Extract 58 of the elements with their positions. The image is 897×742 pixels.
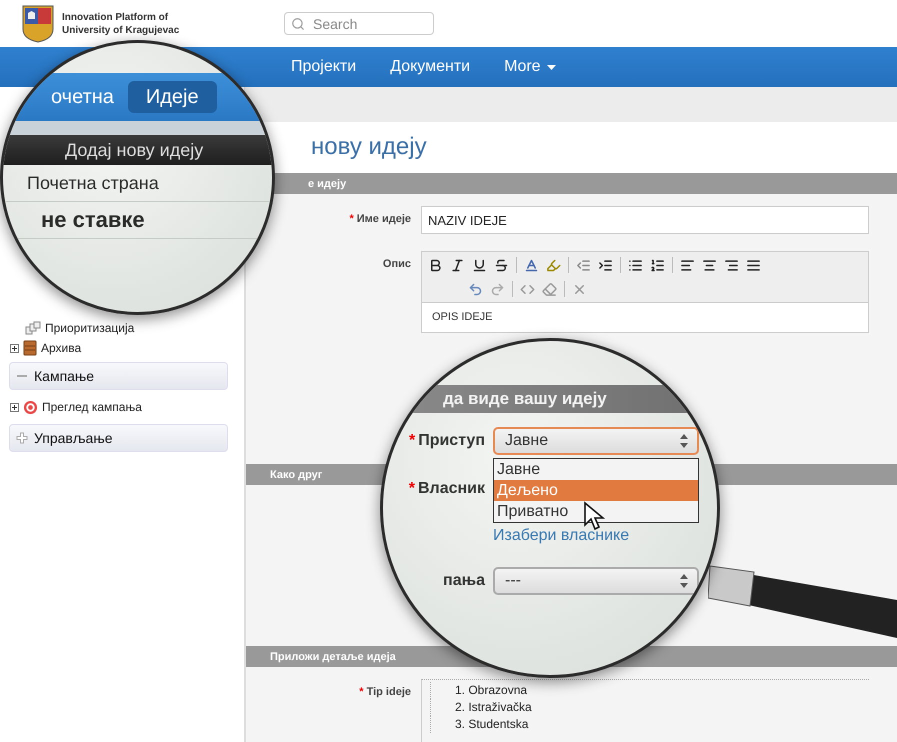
align-center-icon[interactable] xyxy=(702,258,717,272)
italic-icon[interactable] xyxy=(450,258,465,272)
field-label: Опис xyxy=(382,257,411,270)
tree-item[interactable]: Приоритизација xyxy=(45,321,134,335)
choose-owners-link[interactable]: Изабери власнике xyxy=(493,527,699,545)
undo-icon[interactable] xyxy=(468,282,483,296)
numbered-list-icon[interactable] xyxy=(650,258,665,272)
field-label: * Име идеје xyxy=(348,212,411,225)
platform-name-text: Innovation Platform of xyxy=(62,10,170,24)
university-crest-logo xyxy=(22,4,54,42)
dropdown-option[interactable]: Приватно xyxy=(494,501,698,522)
access-select[interactable]: Јавне xyxy=(493,427,699,455)
field-label: пања xyxy=(442,572,485,590)
field-label: * Приступ xyxy=(408,432,485,450)
add-idea-heading[interactable]: Додај нову идеју xyxy=(3,135,272,165)
highlight-icon[interactable] xyxy=(546,258,561,272)
campaign-select[interactable]: --- xyxy=(493,567,699,595)
search-icon xyxy=(291,16,305,30)
plus-icon xyxy=(16,432,28,444)
platform-name-text: University of Kragujevac xyxy=(62,24,180,36)
tree-item[interactable]: Архива xyxy=(41,341,82,355)
text-color-icon[interactable] xyxy=(524,258,539,272)
tree-item[interactable]: Преглед кампања xyxy=(42,400,142,414)
sidebar-item[interactable]: Почетна страна xyxy=(3,165,272,202)
tree-option[interactable]: 2. Istraživačka xyxy=(430,699,869,716)
field-label: * Tip ideje xyxy=(358,685,411,698)
tree-option[interactable]: 1. Obrazovna xyxy=(430,682,869,699)
sidebar-item[interactable]: не ставке xyxy=(3,202,272,239)
accordion-header[interactable]: Кампање xyxy=(9,362,228,390)
cabinet-icon xyxy=(23,340,37,356)
outdent-icon[interactable] xyxy=(576,258,591,272)
strikethrough-icon[interactable] xyxy=(494,258,509,272)
idea-name-field[interactable]: NAZIV IDEJE xyxy=(421,206,869,234)
rich-text-editor[interactable]: OPIS IDEJE xyxy=(421,251,869,333)
nav-link[interactable]: Пројекти xyxy=(274,50,374,84)
bullet-list-icon[interactable] xyxy=(628,258,643,272)
target-icon xyxy=(23,400,38,414)
search-field[interactable]: Search xyxy=(284,12,434,35)
accordion-header[interactable]: Управљање xyxy=(9,424,228,452)
nav-link[interactable]: Идеје xyxy=(128,81,217,113)
page-title: нову идеју xyxy=(310,132,428,162)
nav-link[interactable]: очетна xyxy=(51,81,114,113)
nav-link[interactable]: Документи xyxy=(373,50,488,84)
underline-icon[interactable] xyxy=(472,258,487,272)
align-right-icon[interactable] xyxy=(724,258,739,272)
nav-link[interactable]: More xyxy=(487,50,573,84)
align-justify-icon[interactable] xyxy=(746,258,761,272)
editor-text: OPIS IDEJE xyxy=(431,310,494,325)
bold-icon[interactable] xyxy=(428,258,443,272)
numbered-blocks-icon xyxy=(25,321,41,335)
tree-option[interactable]: 3. Studentska xyxy=(430,716,869,733)
expand-plus-icon[interactable] xyxy=(10,344,19,352)
align-left-icon[interactable] xyxy=(680,258,695,272)
updown-arrows-icon xyxy=(679,572,689,590)
expand-plus-icon[interactable] xyxy=(10,402,19,412)
search-input[interactable]: Search xyxy=(311,14,415,32)
indent-icon[interactable] xyxy=(598,258,613,272)
updown-arrows-icon xyxy=(679,432,689,450)
